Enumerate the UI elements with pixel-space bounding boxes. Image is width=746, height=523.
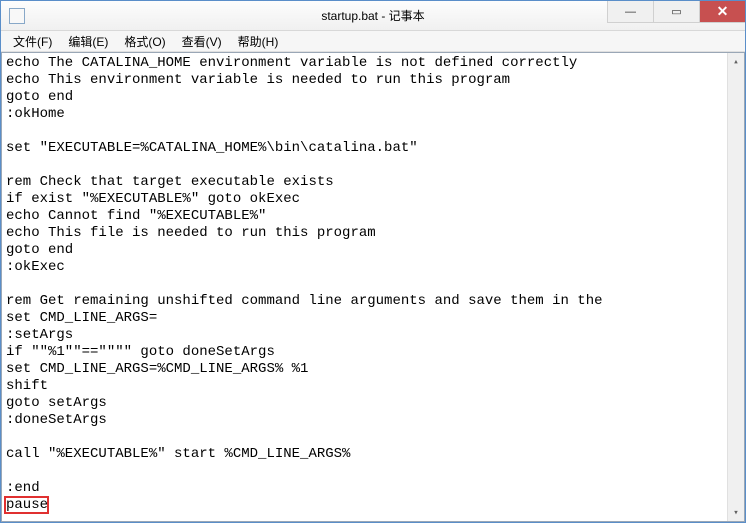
menu-edit[interactable]: 编辑(E) <box>60 31 116 52</box>
window-controls: — ▭ ✕ <box>607 1 745 23</box>
window-title: startup.bat - 记事本 <box>321 7 424 24</box>
menu-file[interactable]: 文件(F) <box>5 31 60 52</box>
menu-view[interactable]: 查看(V) <box>174 31 230 52</box>
menu-help[interactable]: 帮助(H) <box>230 31 287 52</box>
vertical-scrollbar[interactable]: ▴ ▾ <box>727 53 744 521</box>
app-icon <box>9 8 25 24</box>
titlebar: startup.bat - 记事本 — ▭ ✕ <box>1 1 745 31</box>
scroll-up-icon[interactable]: ▴ <box>728 53 744 70</box>
maximize-button[interactable]: ▭ <box>653 1 699 23</box>
menubar: 文件(F) 编辑(E) 格式(O) 查看(V) 帮助(H) <box>1 31 745 52</box>
editor-container: echo The CATALINA_HOME environment varia… <box>1 52 745 522</box>
menu-format[interactable]: 格式(O) <box>116 31 173 52</box>
scroll-down-icon[interactable]: ▾ <box>728 504 744 521</box>
minimize-button[interactable]: — <box>607 1 653 23</box>
text-editor[interactable]: echo The CATALINA_HOME environment varia… <box>2 53 727 521</box>
close-button[interactable]: ✕ <box>699 1 745 23</box>
